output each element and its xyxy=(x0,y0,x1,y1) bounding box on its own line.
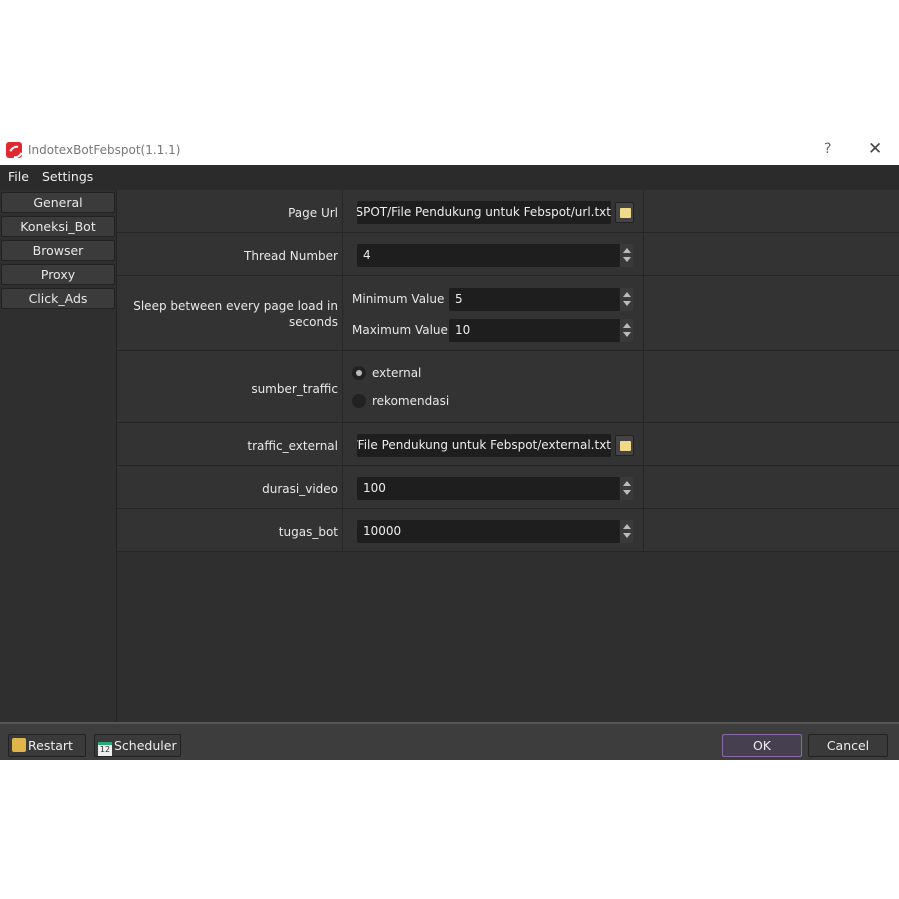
sidebar-item-browser[interactable]: Browser xyxy=(1,240,115,261)
restart-button[interactable]: Restart xyxy=(8,734,86,757)
min-value-spinbox[interactable]: 5 xyxy=(449,288,633,311)
tugas-bot-value: 10000 xyxy=(363,524,402,538)
max-value-spinbox[interactable]: 10 xyxy=(449,319,633,342)
sidebar-item-general[interactable]: General xyxy=(1,192,115,213)
page-url-input[interactable]: 3SPOT/File Pendukung untuk Febspot/url.t… xyxy=(357,201,611,224)
traffic-external-label: traffic_external xyxy=(247,439,338,453)
restart-icon xyxy=(12,738,26,752)
cancel-button[interactable]: Cancel xyxy=(808,734,888,757)
radio-external[interactable] xyxy=(352,366,366,380)
min-value-label: Minimum Value xyxy=(352,292,445,306)
tugas-bot-spinbox[interactable]: 10000 xyxy=(357,520,633,543)
column-divider xyxy=(342,190,343,552)
spin-arrows-icon[interactable] xyxy=(619,477,633,500)
radio-external-label[interactable]: external xyxy=(372,366,421,380)
browse-folder-icon[interactable] xyxy=(615,435,634,456)
browse-folder-icon[interactable] xyxy=(615,202,634,223)
footer-bar: Restart 12 Scheduler OK Cancel xyxy=(0,722,899,760)
max-value: 10 xyxy=(455,323,471,337)
close-button[interactable]: ✕ xyxy=(868,139,882,159)
sumber-traffic-label: sumber_traffic xyxy=(251,382,338,396)
sidebar-item-koneksi-bot[interactable]: Koneksi_Bot xyxy=(1,216,115,237)
window-title: IndotexBotFebspot(1.1.1) xyxy=(28,143,181,157)
thread-number-label: Thread Number xyxy=(244,249,338,263)
traffic-external-input[interactable]: T/File Pendukung untuk Febspot/external.… xyxy=(357,434,611,457)
spin-arrows-icon[interactable] xyxy=(619,520,633,543)
sleep-label: Sleep between every page load in seconds xyxy=(133,299,338,329)
thread-number-spinbox[interactable]: 4 xyxy=(357,244,633,267)
sidebar-item-click-ads[interactable]: Click_Ads xyxy=(1,288,115,309)
page-url-label: Page Url xyxy=(288,206,338,220)
radio-rekomendasi[interactable] xyxy=(352,394,366,408)
restart-label: Restart xyxy=(28,738,73,753)
radio-rekomendasi-label[interactable]: rekomendasi xyxy=(372,394,449,408)
thread-number-value: 4 xyxy=(363,248,371,262)
durasi-video-spinbox[interactable]: 100 xyxy=(357,477,633,500)
max-value-label: Maximum Value xyxy=(352,323,448,337)
row-sumber-traffic xyxy=(117,351,899,423)
menu-bar: File Settings xyxy=(0,165,899,190)
title-bar: IndotexBotFebspot(1.1.1) ? ✕ xyxy=(0,135,899,165)
help-button[interactable]: ? xyxy=(824,141,831,157)
column-divider xyxy=(643,190,644,552)
spin-arrows-icon[interactable] xyxy=(619,319,633,342)
sidebar-item-proxy[interactable]: Proxy xyxy=(1,264,115,285)
calendar-icon: 12 xyxy=(98,742,112,756)
tugas-bot-label: tugas_bot xyxy=(278,525,338,539)
durasi-video-label: durasi_video xyxy=(262,482,338,496)
ok-button[interactable]: OK xyxy=(722,734,802,757)
spin-arrows-icon[interactable] xyxy=(619,244,633,267)
app-logo-icon xyxy=(6,142,22,158)
min-value: 5 xyxy=(455,292,463,306)
menu-file[interactable]: File xyxy=(8,169,29,184)
durasi-video-value: 100 xyxy=(363,481,386,495)
spin-arrows-icon[interactable] xyxy=(619,288,633,311)
scheduler-button[interactable]: 12 Scheduler xyxy=(94,734,181,757)
scheduler-label: Scheduler xyxy=(114,738,177,753)
menu-settings[interactable]: Settings xyxy=(42,169,93,184)
